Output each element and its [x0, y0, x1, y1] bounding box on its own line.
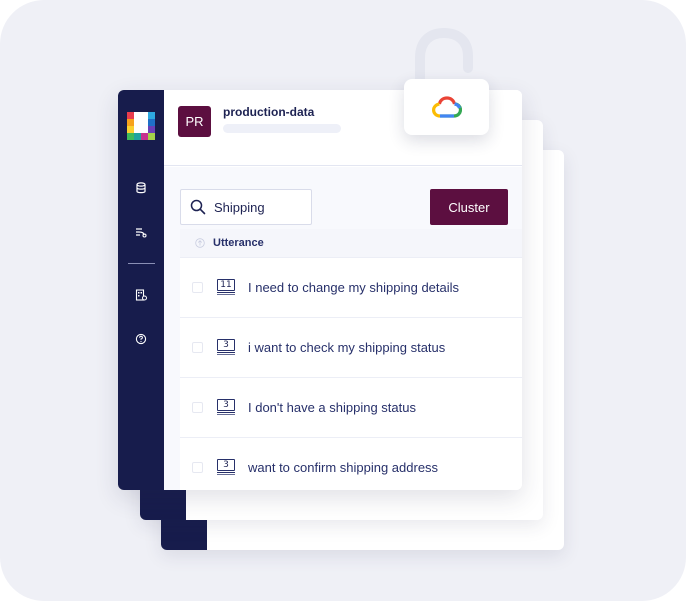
utterance-text: I need to change my shipping details [248, 280, 460, 295]
table-row[interactable]: 3 want to confirm shipping address [180, 438, 522, 490]
table-header: Utterance [180, 229, 522, 258]
utterance-count-badge: 3 [216, 459, 236, 476]
table-row[interactable]: 3 i want to check my shipping status [180, 318, 522, 378]
utterance-text: I don't have a shipping status [248, 400, 416, 415]
utterance-text: want to confirm shipping address [248, 460, 439, 475]
utterance-count-badge: 11 [216, 279, 236, 296]
sidebar [118, 90, 164, 490]
column-header-utterance[interactable]: Utterance [213, 237, 264, 249]
content-area: Shipping Cluster Utterance 11 I need to … [164, 167, 522, 490]
sidebar-divider [128, 263, 155, 264]
brand-logo-icon[interactable] [127, 112, 155, 140]
utterance-text: i want to check my shipping status [248, 340, 446, 355]
utterance-count-badge: 3 [216, 339, 236, 356]
google-cloud-icon [431, 96, 462, 118]
help-icon[interactable] [131, 329, 151, 349]
flow-icon[interactable] [131, 222, 151, 242]
project-subtitle-placeholder [223, 124, 341, 133]
cluster-button[interactable]: Cluster [430, 189, 508, 225]
project-name[interactable]: production-data [223, 105, 314, 119]
app-window: PR production-data Shipping Cluster Utte… [118, 90, 522, 490]
building-settings-icon[interactable] [131, 285, 151, 305]
row-checkbox[interactable] [192, 282, 203, 293]
row-checkbox[interactable] [192, 402, 203, 413]
utterance-count-badge: 3 [216, 399, 236, 416]
utterance-list: 11 I need to change my shipping details … [180, 258, 522, 490]
search-input[interactable]: Shipping [180, 189, 312, 225]
row-checkbox[interactable] [192, 462, 203, 473]
main-panel: PR production-data Shipping Cluster Utte… [164, 90, 522, 490]
row-checkbox[interactable] [192, 342, 203, 353]
table-row[interactable]: 3 I don't have a shipping status [180, 378, 522, 438]
database-icon[interactable] [131, 178, 151, 198]
cloud-badge [404, 79, 489, 135]
project-avatar[interactable]: PR [178, 106, 211, 137]
sort-arrow-icon[interactable] [194, 237, 206, 249]
table-row[interactable]: 11 I need to change my shipping details [180, 258, 522, 318]
search-value: Shipping [214, 199, 265, 215]
search-icon [188, 197, 208, 217]
